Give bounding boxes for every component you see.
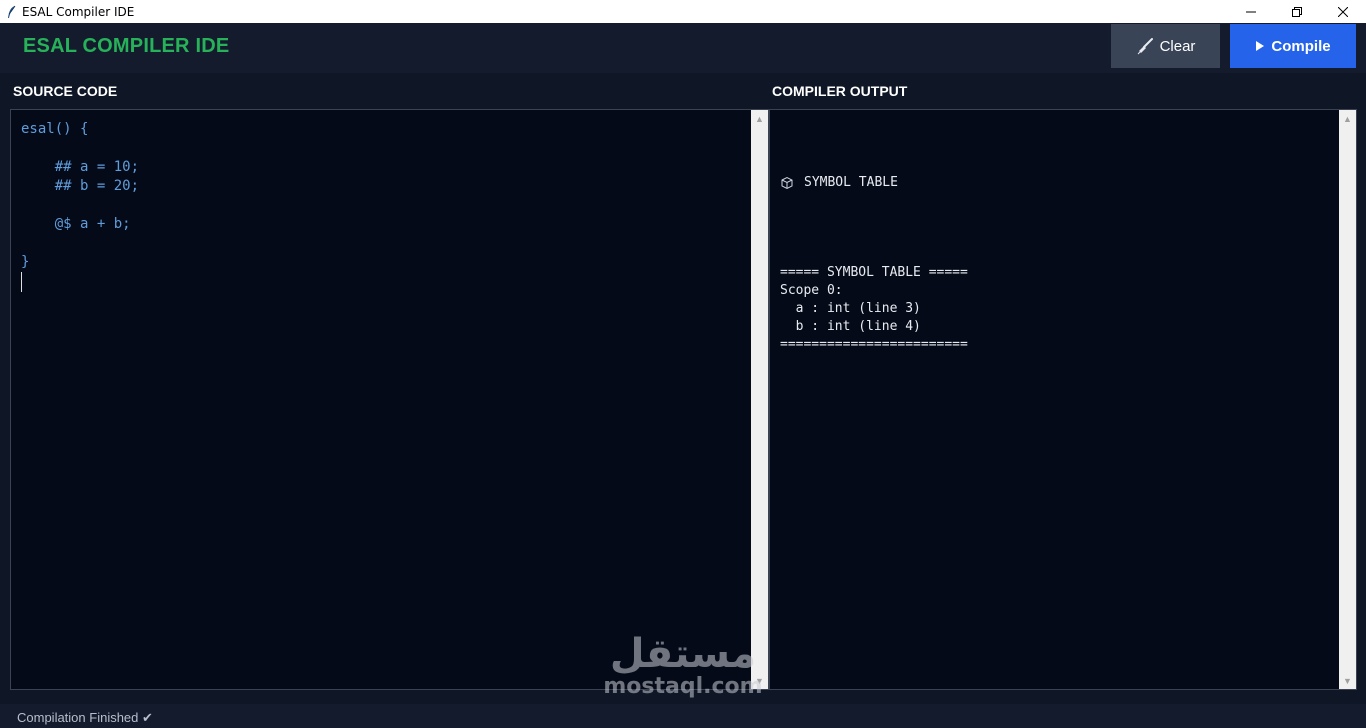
minimize-button[interactable] [1228, 0, 1274, 23]
status-bar: Compilation Finished ✔ [0, 704, 1366, 728]
restore-button[interactable] [1274, 0, 1320, 23]
compiler-output-label: COMPILER OUTPUT [772, 83, 908, 99]
compiler-output-panel: SYMBOL TABLE ===== SYMBOL TABLE ===== Sc… [769, 109, 1357, 690]
output-content: SYMBOL TABLE ===== SYMBOL TABLE ===== Sc… [780, 138, 968, 390]
status-text: Compilation Finished ✔ [17, 710, 153, 725]
compile-button[interactable]: Compile [1230, 24, 1356, 68]
clear-label: Clear [1159, 37, 1196, 55]
cube-icon [780, 175, 796, 191]
output-heading: SYMBOL TABLE [780, 174, 968, 192]
clear-button[interactable]: Clear [1111, 24, 1220, 68]
minimize-icon [1246, 11, 1256, 12]
window-titlebar: ESAL Compiler IDE [0, 0, 1366, 23]
broom-icon [1136, 37, 1154, 55]
source-scrollbar[interactable]: ▲ ▼ [751, 110, 768, 689]
watermark-arabic: مستقل [609, 631, 757, 677]
restore-icon [1292, 6, 1302, 17]
output-heading-text: SYMBOL TABLE [804, 175, 898, 190]
close-icon [1338, 6, 1348, 17]
close-button[interactable] [1320, 0, 1366, 23]
watermark-latin: mostaql.com [603, 674, 763, 699]
source-editor[interactable]: esal() { ## a = 10; ## b = 20; @$ a + b;… [10, 109, 769, 690]
app-header: ESAL COMPILER IDE Clear Compile [0, 23, 1366, 73]
scroll-up-icon[interactable]: ▲ [751, 110, 768, 127]
scroll-down-icon[interactable]: ▼ [1339, 672, 1356, 689]
scroll-up-icon[interactable]: ▲ [1339, 110, 1356, 127]
compile-label: Compile [1271, 37, 1331, 55]
symbol-table-text: ===== SYMBOL TABLE ===== Scope 0: a : in… [780, 265, 968, 352]
text-caret [21, 272, 22, 292]
mostaql-watermark: مستقل mostaql.com [598, 632, 768, 698]
source-code-text[interactable]: esal() { ## a = 10; ## b = 20; @$ a + b;… [21, 120, 139, 272]
feather-icon [1, 0, 21, 23]
window-controls [1228, 0, 1366, 23]
app-title: ESAL COMPILER IDE [23, 35, 230, 57]
window-title: ESAL Compiler IDE [22, 4, 135, 19]
output-scrollbar[interactable]: ▲ ▼ [1339, 110, 1356, 689]
play-icon [1255, 41, 1265, 51]
source-code-label: SOURCE CODE [13, 83, 118, 99]
